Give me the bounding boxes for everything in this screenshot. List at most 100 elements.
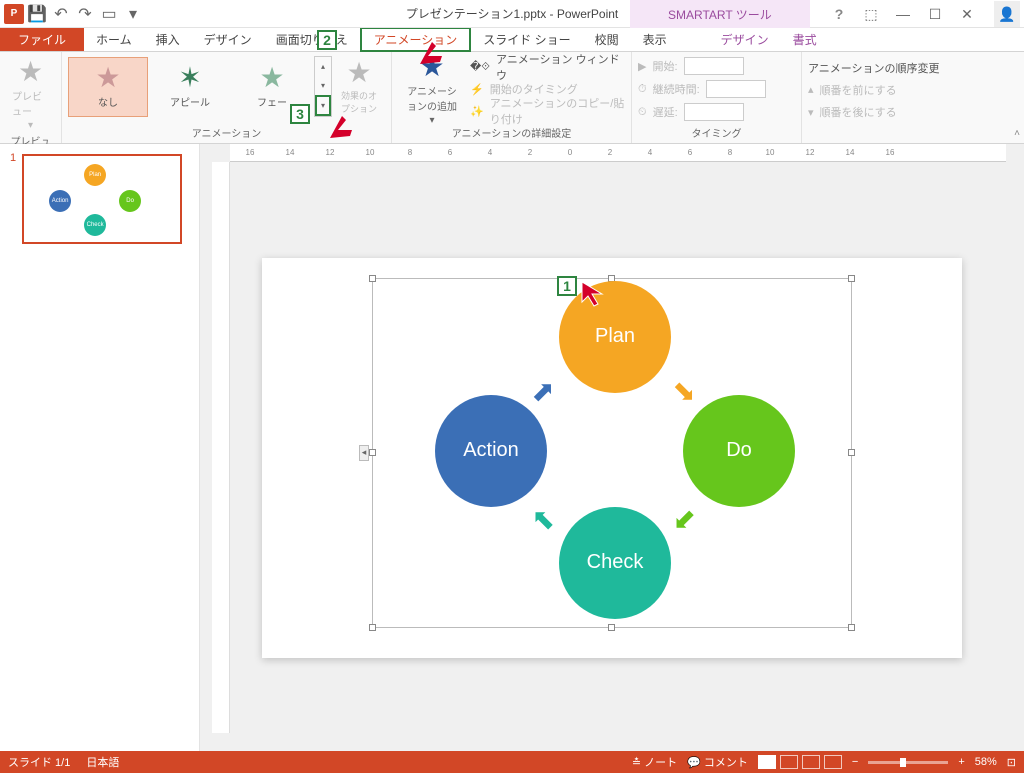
smartart-text-pane-toggle[interactable]: ◂ <box>359 445 369 461</box>
ribbon-options-icon[interactable]: ⬚ <box>858 3 884 25</box>
workspace: 1 Plan Do Check Action 16141210864202468… <box>0 144 1024 751</box>
delay-row: ⏲遅延: <box>638 102 795 122</box>
resize-handle[interactable] <box>608 624 615 631</box>
gallery-up-button[interactable]: ▴ <box>315 57 331 76</box>
undo-icon[interactable]: ↶ <box>50 3 72 25</box>
gallery-item-appeal[interactable]: ✶ アピール <box>150 57 230 117</box>
redo-icon[interactable]: ↷ <box>74 3 96 25</box>
pdca-check[interactable]: Check <box>559 507 671 619</box>
gallery-item-label: フェー <box>257 94 287 109</box>
red-arrow-icon <box>328 114 354 140</box>
start-from-beginning-icon[interactable]: ▭ <box>98 3 120 25</box>
window-title: プレゼンテーション1.pptx - PowerPoint <box>406 5 618 22</box>
zoom-in-button[interactable]: + <box>958 756 964 768</box>
account-avatar[interactable]: 👤 <box>994 1 1020 27</box>
qat-dropdown-icon[interactable]: ▾ <box>122 3 144 25</box>
tab-animations[interactable]: アニメーション <box>360 27 472 52</box>
maximize-icon[interactable]: ☐ <box>922 3 948 25</box>
resize-handle[interactable] <box>848 449 855 456</box>
comments-button[interactable]: 💬 コメント <box>687 754 748 770</box>
tab-insert[interactable]: 挿入 <box>144 28 192 51</box>
sorter-view-button[interactable] <box>780 755 798 769</box>
callout-3: 3 <box>290 104 310 124</box>
normal-view-button[interactable] <box>758 755 776 769</box>
reading-view-button[interactable] <box>802 755 820 769</box>
language-indicator[interactable]: 日本語 <box>86 754 119 770</box>
app-icon: P <box>4 4 24 24</box>
gallery-item-label: アピール <box>170 94 210 109</box>
mini-action: Action <box>49 190 71 212</box>
zoom-level[interactable]: 58% <box>975 756 997 768</box>
arrow-icon: ➡ <box>523 371 563 411</box>
arrow-icon: ➡ <box>523 500 563 540</box>
zoom-out-button[interactable]: − <box>852 756 858 768</box>
tab-design[interactable]: デザイン <box>192 28 264 51</box>
slide-thumbnail[interactable]: Plan Do Check Action <box>22 154 182 244</box>
preview-label: プレビュー <box>12 88 49 118</box>
pdca-action[interactable]: Action <box>435 395 547 507</box>
arrow-icon: ➡ <box>665 371 705 411</box>
fit-to-window-button[interactable]: ⊡ <box>1007 756 1016 769</box>
smartart-selection[interactable]: ◂ Plan Do Check Action ➡ ➡ ➡ ➡ <box>372 278 852 628</box>
vertical-ruler <box>212 162 230 733</box>
move-earlier-button: ▴順番を前にする <box>808 80 1018 99</box>
animation-pane-button[interactable]: �⟐アニメーション ウィンドウ <box>470 56 625 78</box>
reorder-title: アニメーションの順序変更 <box>808 58 1018 77</box>
resize-handle[interactable] <box>369 449 376 456</box>
title-bar: P 💾 ↶ ↷ ▭ ▾ プレゼンテーション1.pptx - PowerPoint… <box>0 0 1024 28</box>
callout-1: 1 <box>557 276 577 296</box>
move-later-button: ▾順番を後にする <box>808 103 1018 122</box>
resize-handle[interactable] <box>369 275 376 282</box>
horizontal-ruler: 1614121086420246810121416 <box>230 144 1006 162</box>
quick-access-toolbar: P 💾 ↶ ↷ ▭ ▾ <box>0 3 144 25</box>
add-animation-label: アニメーションの追加 <box>404 83 460 113</box>
chevron-down-icon: ▾ <box>28 120 33 131</box>
tab-review[interactable]: 校閲 <box>583 28 631 51</box>
advanced-group-label: アニメーションの詳細設定 <box>398 125 625 141</box>
collapse-ribbon-icon[interactable]: ˄ <box>1014 128 1020 139</box>
preview-button[interactable]: ★ プレビュー ▾ <box>6 56 55 133</box>
effect-options-label: 効果のオプション <box>340 89 378 115</box>
slide-editor[interactable]: 1614121086420246810121416 ◂ Plan Do Chec… <box>200 144 1024 751</box>
resize-handle[interactable] <box>848 275 855 282</box>
slide-thumbnails-pane[interactable]: 1 Plan Do Check Action <box>0 144 200 751</box>
thumb-number: 1 <box>10 152 16 244</box>
red-arrow-cursor-icon <box>578 278 608 308</box>
slideshow-view-button[interactable] <box>824 755 842 769</box>
tab-transitions[interactable]: 画面切り替え <box>264 28 360 51</box>
mini-plan: Plan <box>84 164 106 186</box>
ribbon-tabs: ファイル ホーム 挿入 デザイン 画面切り替え アニメーション スライド ショー… <box>0 28 1024 52</box>
gallery-down-button[interactable]: ▾ <box>315 76 331 95</box>
tab-smartart-format[interactable]: 書式 <box>781 28 829 51</box>
zoom-slider[interactable] <box>868 761 948 764</box>
slide-counter: スライド 1/1 <box>8 754 70 770</box>
duration-row: ⏱継続時間: <box>638 79 795 99</box>
pdca-do[interactable]: Do <box>683 395 795 507</box>
chevron-up-icon: ▴ <box>808 83 814 96</box>
view-buttons <box>758 755 842 769</box>
resize-handle[interactable] <box>369 624 376 631</box>
save-icon[interactable]: 💾 <box>26 3 48 25</box>
tab-slideshow[interactable]: スライド ショー <box>471 28 582 51</box>
gallery-more-button[interactable]: ▾ <box>315 95 331 116</box>
delay-input <box>684 103 744 121</box>
zoom-thumb[interactable] <box>900 758 906 767</box>
close-icon[interactable]: ✕ <box>954 3 980 25</box>
tab-home[interactable]: ホーム <box>84 28 144 51</box>
play-icon: ▶ <box>638 60 646 73</box>
help-icon[interactable]: ? <box>826 3 852 25</box>
minimize-icon[interactable]: — <box>890 3 916 25</box>
red-arrow-icon <box>418 40 444 66</box>
gallery-item-none[interactable]: ★ なし <box>68 57 148 117</box>
pane-icon: �⟐ <box>470 60 490 74</box>
notes-button[interactable]: ≛ ノート <box>632 754 677 770</box>
duration-input <box>706 80 766 98</box>
resize-handle[interactable] <box>848 624 855 631</box>
tab-file[interactable]: ファイル <box>0 28 84 51</box>
pdca-plan[interactable]: Plan <box>559 281 671 393</box>
tab-smartart-design[interactable]: デザイン <box>709 28 781 51</box>
tab-view[interactable]: 表示 <box>631 28 679 51</box>
slide-canvas[interactable]: ◂ Plan Do Check Action ➡ ➡ ➡ ➡ <box>262 258 962 658</box>
start-row: ▶開始: <box>638 56 795 76</box>
callout-2: 2 <box>317 30 337 50</box>
